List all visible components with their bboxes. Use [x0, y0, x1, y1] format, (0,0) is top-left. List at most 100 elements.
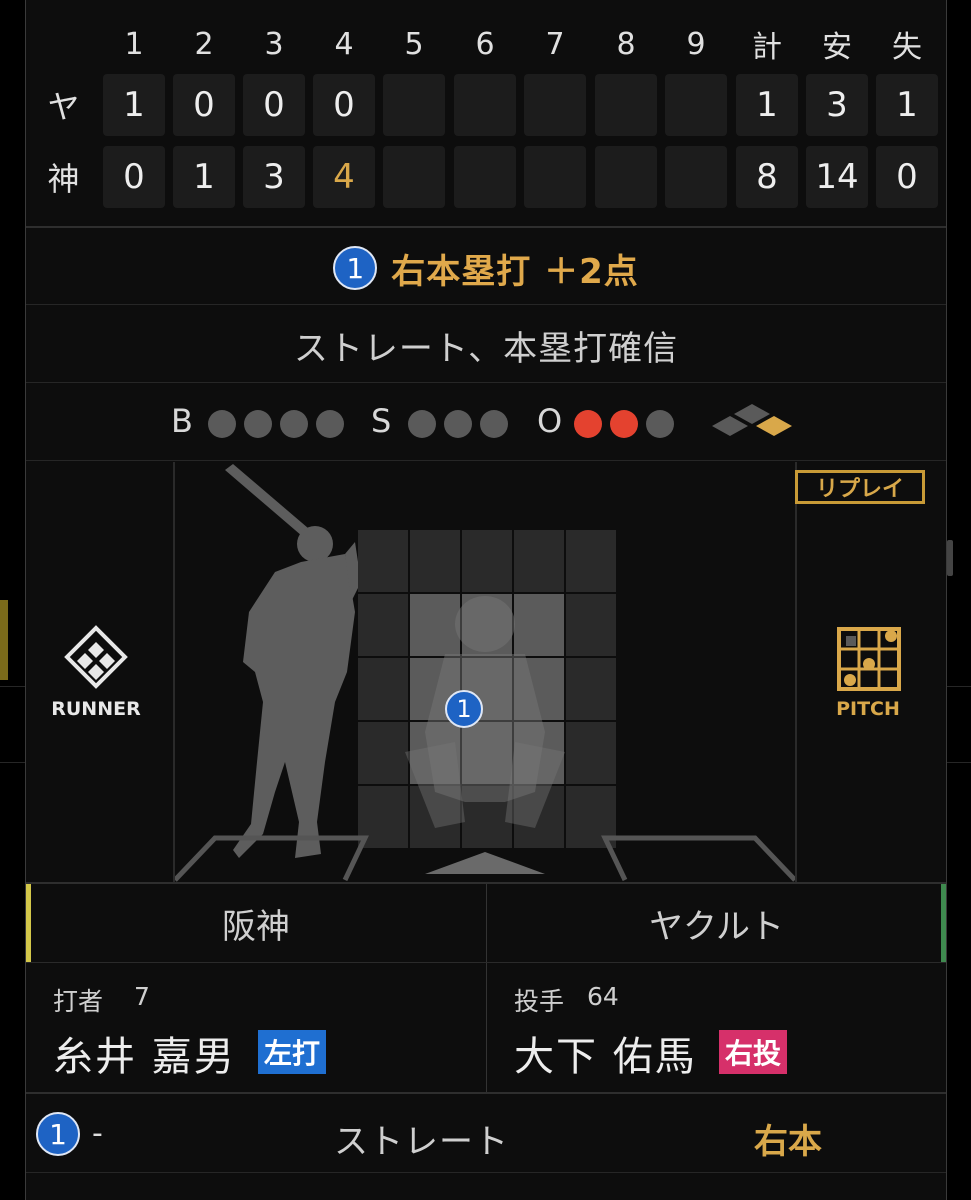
- away-team-name: ヤクルト: [649, 906, 784, 947]
- away-team-color-bar: [941, 884, 946, 962]
- inning-score: [383, 146, 445, 208]
- strike-dot: [408, 410, 436, 438]
- ball-dot: [244, 410, 272, 438]
- total-errors: 1: [876, 74, 938, 136]
- baseball-diamond-icon: [64, 625, 128, 689]
- game-detail-panel: 1 2 3 4 5 6 7 8 9 計 安 失 ヤ 1 0 0 0 1 3 1 …: [25, 0, 947, 1200]
- divider: [26, 382, 946, 383]
- play-description: ストレート、本塁打確信: [293, 328, 679, 369]
- batter-role: 打者: [53, 987, 104, 1016]
- pitch-number-badge: 1: [333, 246, 378, 290]
- pitch-result: 右本: [754, 1122, 822, 1162]
- inning-score: [595, 146, 657, 208]
- inning-score: [454, 74, 516, 136]
- inning-header: 2: [194, 26, 214, 62]
- total-hits: 3: [806, 74, 868, 136]
- team-bar: 阪神 ヤクルト: [26, 884, 946, 1092]
- inning-score: 0: [313, 74, 375, 136]
- home-team-name: 阪神: [222, 906, 290, 947]
- pitch-location-marker[interactable]: 1: [445, 690, 483, 728]
- inning-score: [595, 74, 657, 136]
- strike-dot: [480, 410, 508, 438]
- ball-dot: [208, 410, 236, 438]
- inning-header: 3: [264, 26, 284, 62]
- errors-header: 失: [892, 30, 922, 65]
- total-errors: 0: [876, 146, 938, 208]
- catcher-silhouette-icon: [405, 596, 565, 828]
- inning-score: [524, 74, 586, 136]
- play-headline: 1 右本塁打 ＋2点: [26, 232, 946, 304]
- inning-header: 7: [545, 26, 565, 62]
- background-page-edge: [0, 600, 8, 680]
- scroll-handle[interactable]: [947, 540, 953, 576]
- divider: [26, 226, 946, 228]
- out-label: O: [537, 402, 563, 440]
- strike-dot: [444, 410, 472, 438]
- inning-score: [665, 74, 727, 136]
- inning-header: 1: [124, 26, 144, 62]
- total-runs: 8: [736, 146, 798, 208]
- inning-score: 3: [243, 146, 305, 208]
- inning-header: 4: [334, 26, 354, 62]
- ball-dot: [316, 410, 344, 438]
- inning-score: 0: [243, 74, 305, 136]
- background-divider: [0, 762, 25, 763]
- pitch-type: ストレート: [334, 1122, 509, 1162]
- ball-strike-out-count: B S O: [26, 386, 946, 460]
- inning-score: [454, 146, 516, 208]
- divider: [26, 1172, 946, 1173]
- replay-button[interactable]: リプレイ: [795, 470, 925, 504]
- inning-score-current: 4: [313, 146, 375, 208]
- matchup-players: 打者 7 糸井 嘉男 左打 投手 64 大下 佑馬 右投: [26, 962, 946, 1092]
- batter-number: 7: [134, 982, 150, 1011]
- total-hits: 14: [806, 146, 868, 208]
- background-divider: [0, 686, 25, 687]
- divider: [26, 304, 946, 305]
- ball-label: B: [171, 402, 193, 440]
- pitch-list-row[interactable]: 1 - ストレート 右本: [26, 1094, 946, 1174]
- runs-header: 計: [752, 30, 782, 65]
- pitch-button[interactable]: PITCH: [808, 622, 928, 722]
- inning-header: 8: [616, 26, 636, 62]
- pitcher-name[interactable]: 大下 佑馬: [514, 1024, 697, 1082]
- bases-diamond-icon: [712, 404, 792, 436]
- out-dot-on: [574, 410, 602, 438]
- scoreboard-row-home: 神 0 1 3 4 8 14 0: [26, 146, 946, 208]
- inning-score: 1: [173, 146, 235, 208]
- scoreboard-row-away: ヤ 1 0 0 0 1 3 1: [26, 74, 946, 136]
- inning-score: 0: [103, 146, 165, 208]
- runner-label: RUNNER: [51, 698, 141, 720]
- pitch-number-badge: 1: [36, 1112, 80, 1156]
- pitcher-role: 投手: [514, 987, 565, 1016]
- background-divider: [946, 762, 971, 763]
- batter-view-frame: 1 リプレイ: [173, 462, 925, 882]
- team-abbr: 神: [47, 160, 80, 198]
- pitcher-hand-badge: 右投: [719, 1030, 788, 1074]
- home-plate-icon: [175, 835, 795, 882]
- out-dot: [646, 410, 674, 438]
- play-result-text: 右本塁打 ＋2点: [391, 251, 639, 292]
- inning-header: 6: [475, 26, 495, 62]
- pitch-speed: -: [92, 1116, 103, 1151]
- pitch-chart-icon: [837, 627, 901, 691]
- inning-score: [524, 146, 586, 208]
- inning-header: 9: [686, 26, 706, 62]
- pitch-label: PITCH: [836, 698, 900, 720]
- divider: [26, 460, 946, 461]
- strike-label: S: [371, 402, 392, 440]
- runner-button[interactable]: RUNNER: [36, 622, 156, 722]
- batter-name[interactable]: 糸井 嘉男: [53, 1024, 236, 1082]
- pitch-field-view: RUNNER 1 リプレイ PITCH: [26, 462, 946, 882]
- ball-dot: [280, 410, 308, 438]
- inning-score: 0: [173, 74, 235, 136]
- batter-hand-badge: 左打: [258, 1030, 327, 1074]
- total-runs: 1: [736, 74, 798, 136]
- scoreboard-header: 1 2 3 4 5 6 7 8 9 計 安 失: [26, 14, 946, 74]
- inning-score: [665, 146, 727, 208]
- background-divider: [946, 686, 971, 687]
- pitcher-number: 64: [587, 982, 619, 1011]
- hits-header: 安: [822, 30, 852, 65]
- out-dot-on: [610, 410, 638, 438]
- inning-score: [383, 74, 445, 136]
- batter-silhouette-icon: [225, 464, 361, 858]
